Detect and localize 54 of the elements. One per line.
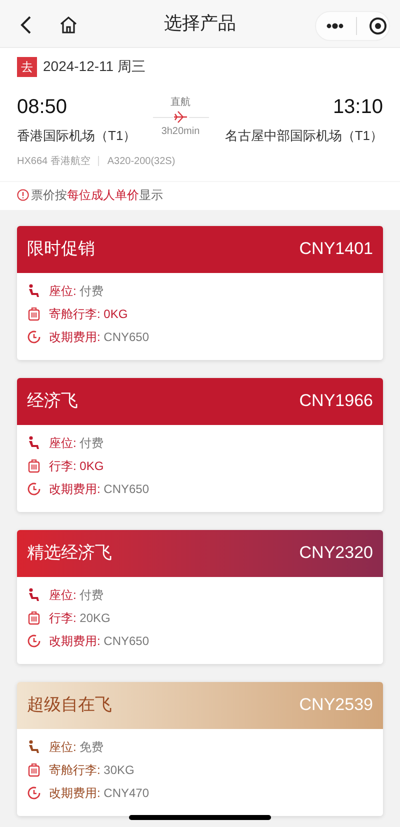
product-name: 精选经济飞 <box>27 542 112 564</box>
product-price: CNY2320 <box>299 542 373 564</box>
clock-icon <box>27 330 41 344</box>
luggage-icon <box>27 458 41 472</box>
feature-text: 座位: 付费 <box>49 282 104 300</box>
product-price: CNY2539 <box>299 694 373 716</box>
clock-icon <box>27 634 41 648</box>
seat-icon <box>27 588 41 602</box>
home-icon[interactable] <box>59 16 78 34</box>
product-price: CNY1401 <box>299 238 373 260</box>
back-icon[interactable] <box>20 16 32 34</box>
feature-text: 寄舱行李: 0KG <box>49 306 128 322</box>
product-name: 超级自在飞 <box>27 694 112 716</box>
departure-time: 08:50 <box>17 95 68 119</box>
product-name: 限时促销 <box>27 238 95 260</box>
seat-icon <box>27 284 41 298</box>
clock-icon <box>27 482 41 496</box>
flight-duration: 3h20min <box>161 125 200 139</box>
feature-text: 座位: 免费 <box>49 738 104 756</box>
plane-icon <box>172 110 188 124</box>
feature-text: 座位: 付费 <box>49 586 104 604</box>
luggage-icon <box>27 306 41 320</box>
luggage-icon <box>27 762 41 776</box>
product-price: CNY1966 <box>299 390 373 412</box>
feature-text: 座位: 付费 <box>49 434 104 452</box>
arrival-airport: 名古屋中部国际机场（T1） <box>224 127 383 145</box>
arrival-time: 13:10 <box>332 95 383 119</box>
more-icon[interactable] <box>326 23 344 29</box>
aircraft-type: A320-200(32S) <box>107 154 176 168</box>
departure-airport: 香港国际机场（T1） <box>17 127 136 145</box>
page-title: 选择产品 <box>163 12 237 35</box>
feature-text: 寄舱行李: 30KG <box>49 762 134 778</box>
info-icon <box>17 188 29 200</box>
feature-text: 改期费用: CNY650 <box>49 632 150 650</box>
luggage-icon <box>27 610 41 624</box>
feature-text: 行李: 0KG <box>49 458 104 474</box>
product-card[interactable]: 超级自在飞 CNY2539 座位: 免费 寄舱行李: 30KG 改期费用: CNY470 <box>17 682 383 816</box>
feature-text: 改期费用: CNY650 <box>49 480 150 498</box>
flight-number: HX664 香港航空 <box>17 154 90 168</box>
trip-badge: 去 <box>17 56 37 76</box>
clock-icon <box>27 786 41 800</box>
stop-type: 直航 <box>170 96 190 110</box>
feature-text: 改期费用: CNY650 <box>49 328 150 346</box>
product-card[interactable]: 精选经济飞 CNY2320 座位: 付费 行李: 20KG 改期费用: CNY650 <box>17 530 383 664</box>
feature-text: 行李: 20KG <box>49 610 110 626</box>
feature-text: 改期费用: CNY470 <box>49 784 150 802</box>
seat-icon <box>27 436 41 450</box>
capsule-menu[interactable] <box>315 11 390 41</box>
product-card[interactable]: 经济飞 CNY1966 座位: 付费 行李: 0KG 改期费用: CNY650 <box>17 378 383 512</box>
seat-icon <box>27 740 41 754</box>
price-notice: 票价按每位成人单价显示 <box>31 186 163 204</box>
flight-date: 2024-12-11 周三 <box>43 57 146 76</box>
product-name: 经济飞 <box>27 390 78 412</box>
product-card[interactable]: 限时促销 CNY1401 座位: 付费 寄舱行李: 0KG 改期费用: CNY650 <box>17 226 383 360</box>
